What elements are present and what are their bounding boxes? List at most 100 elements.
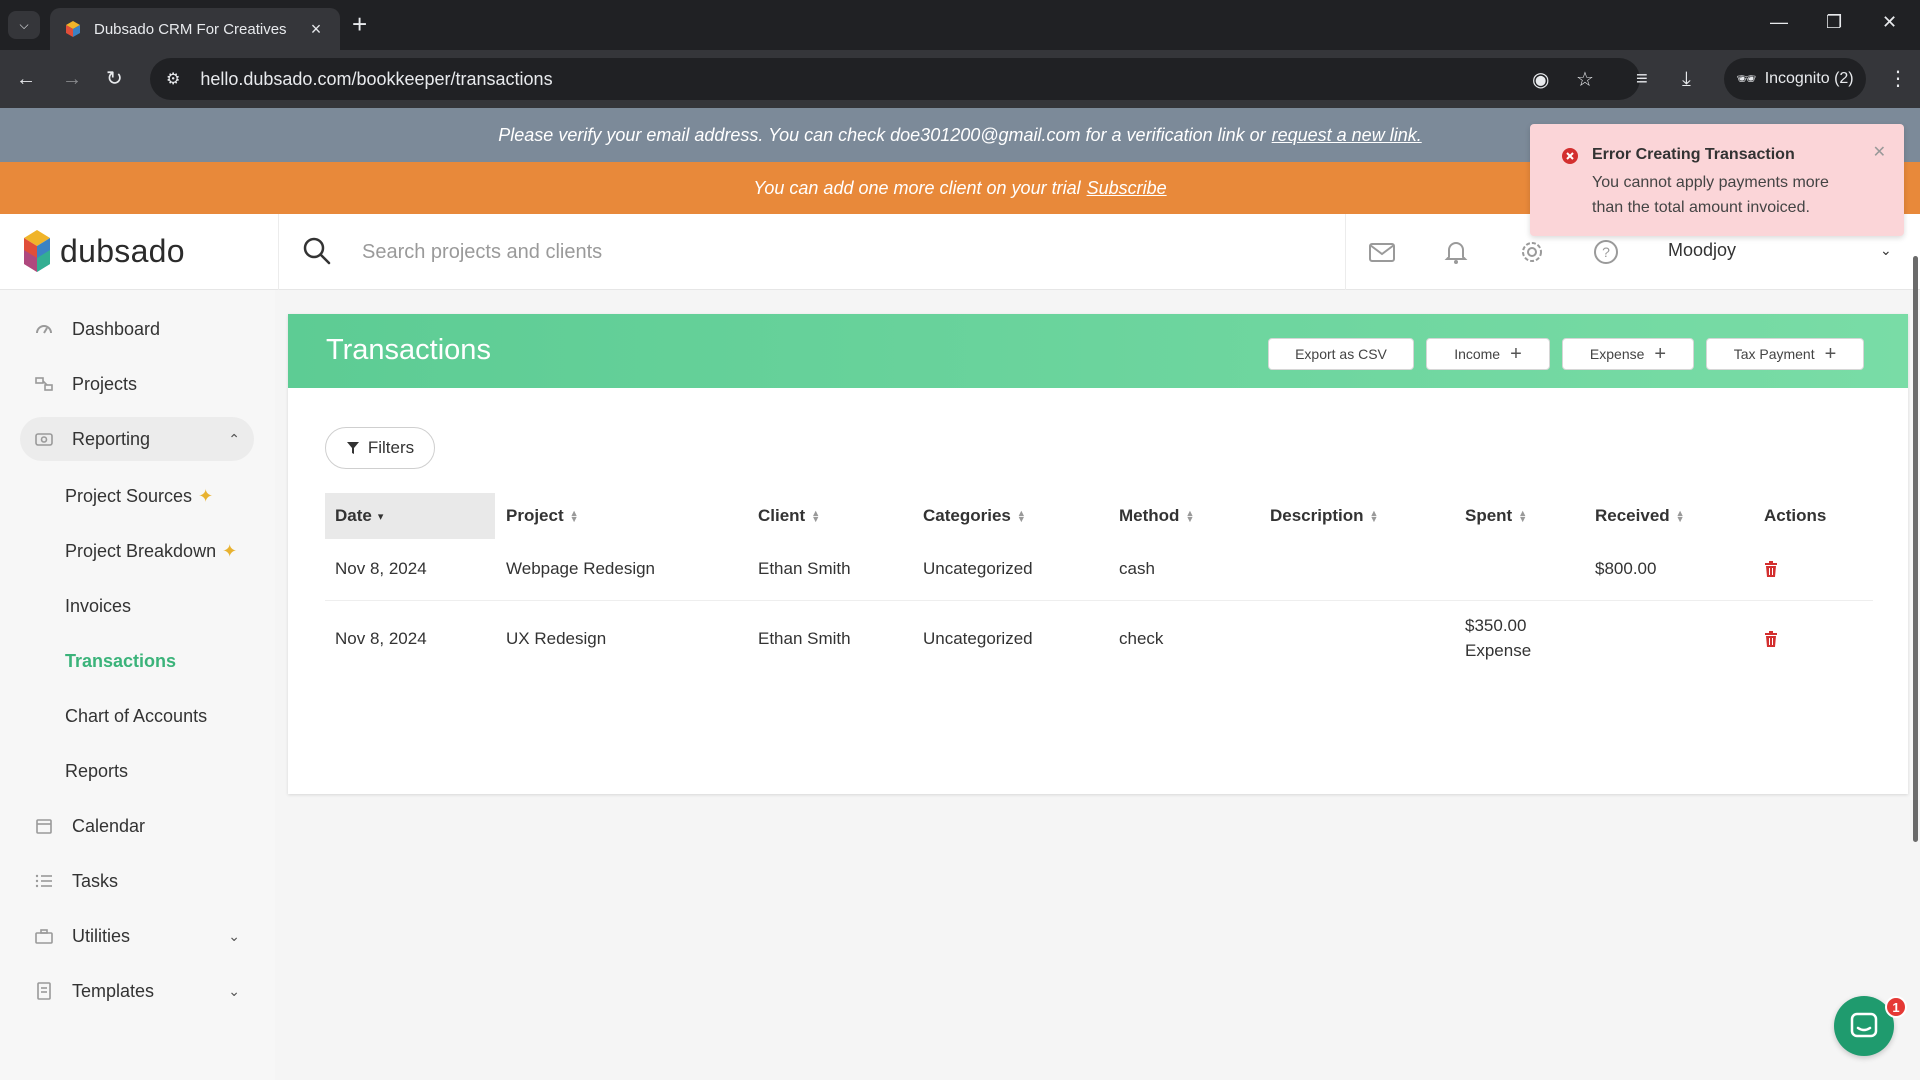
delete-trash-icon[interactable] [1764, 561, 1778, 577]
filters-button[interactable]: Filters [325, 427, 435, 469]
filter-funnel-icon [346, 442, 359, 454]
header-divider-right [1345, 214, 1346, 290]
column-label: Project [506, 506, 564, 525]
sidebar-sub-invoices[interactable]: Invoices [65, 586, 131, 626]
calendar-icon [34, 816, 54, 836]
sidebar-item-templates[interactable]: Templates ⌄ [20, 969, 254, 1013]
cell-category: Uncategorized [923, 559, 1033, 578]
filters-label: Filters [367, 438, 415, 457]
cell-project[interactable]: UX Redesign [506, 629, 606, 649]
download-icon[interactable]: ⤓ [1682, 67, 1691, 91]
subscribe-link[interactable]: Subscribe [1087, 178, 1167, 199]
cell-method: cash [1119, 559, 1155, 578]
settings-gear-icon[interactable] [1518, 238, 1546, 266]
gauge-icon [34, 319, 54, 339]
export-csv-button[interactable]: Export as CSV [1268, 338, 1414, 370]
sidebar-sub-transactions[interactable]: Transactions [65, 641, 176, 681]
sidebar-sub-project-sources[interactable]: Project Sources ✦ [65, 476, 213, 516]
eye-off-icon[interactable]: ◉ [1532, 67, 1549, 92]
incognito-label: Incognito (2) [1764, 70, 1854, 87]
sidebar-sub-project-breakdown[interactable]: Project Breakdown ✦ [65, 531, 237, 571]
sidebar-item-dashboard[interactable]: Dashboard [20, 307, 254, 351]
page-scrollbar[interactable] [1913, 256, 1918, 842]
cell-category: Uncategorized [923, 629, 1033, 648]
sidebar-item-projects[interactable]: Projects [20, 362, 254, 406]
browser-nav-bar: ← → ↻ ⚙ hello.dubsado.com/bookkeeper/tra… [0, 50, 1920, 108]
column-header-client[interactable]: Client ▲ ▼ [758, 493, 820, 539]
column-header-categories[interactable]: Categories ▲ ▼ [923, 493, 1026, 539]
cell-client[interactable]: Ethan Smith [758, 559, 851, 579]
page-title: Transactions [326, 334, 491, 366]
column-header-received[interactable]: Received ▲ ▼ [1595, 493, 1685, 539]
expense-label: Expense [1589, 346, 1645, 362]
tab-close-icon[interactable]: × [306, 19, 326, 40]
toast-message: You cannot apply payments more than the … [1592, 174, 1829, 216]
bell-icon[interactable] [1442, 238, 1470, 266]
reload-icon[interactable]: ↻ [106, 67, 123, 91]
sidebar-sub-chart-of-accounts[interactable]: Chart of Accounts [65, 696, 207, 736]
cell-client[interactable]: Ethan Smith [758, 629, 851, 649]
toast-close-icon[interactable]: ✕ [1873, 142, 1886, 162]
browser-menu-icon[interactable]: ⋮ [1888, 67, 1908, 91]
sidebar-item-calendar[interactable]: Calendar [20, 804, 254, 848]
dubsado-logo[interactable]: dubsado [22, 228, 185, 274]
add-expense-button[interactable]: Expense + [1562, 338, 1694, 370]
chevron-down-icon: ⌄ [228, 982, 240, 999]
help-icon[interactable]: ? [1592, 238, 1620, 266]
user-menu-chevron-down-icon[interactable]: ⌄ [1880, 242, 1892, 259]
sidebar: Dashboard Projects Reporting ⌃ Project S… [0, 290, 275, 1080]
tab-title: Dubsado CRM For Creatives [94, 20, 287, 38]
sidebar-sub-label: Transactions [65, 650, 177, 671]
tasks-icon [34, 871, 54, 891]
address-bar[interactable]: ⚙ hello.dubsado.com/bookkeeper/transacti… [150, 58, 1640, 100]
site-info-icon[interactable]: ⚙ [166, 69, 180, 89]
tab-list-chevron-icon[interactable]: ⌵ [8, 11, 40, 39]
column-header-project[interactable]: Project ▲ ▼ [506, 493, 579, 539]
bookmark-star-icon[interactable]: ☆ [1576, 67, 1594, 92]
projects-icon [34, 374, 54, 394]
mail-icon[interactable] [1368, 238, 1396, 266]
sidebar-item-utilities[interactable]: Utilities ⌄ [20, 914, 254, 958]
chat-unread-badge: 1 [1885, 996, 1907, 1018]
sidebar-sub-reports[interactable]: Reports [65, 751, 128, 791]
forward-icon[interactable]: → [62, 67, 82, 91]
search-icon[interactable] [302, 236, 332, 266]
plus-icon: + [1824, 343, 1837, 365]
add-tax-payment-button[interactable]: Tax Payment + [1706, 338, 1864, 370]
delete-trash-icon[interactable] [1764, 631, 1778, 647]
templates-icon [34, 981, 54, 1001]
chevron-up-icon: ⌃ [228, 430, 240, 447]
column-header-description[interactable]: Description ▲ ▼ [1270, 493, 1378, 539]
restore-icon[interactable]: ❐ [1826, 12, 1842, 33]
sidebar-item-label: Reporting [72, 428, 151, 449]
cell-method: check [1119, 629, 1164, 648]
dubsado-logo-icon [24, 230, 50, 272]
sort-desc-icon: ▾ [377, 510, 384, 523]
trial-text: You can add one more client on your tria… [753, 177, 1081, 198]
new-tab-icon[interactable]: + [352, 10, 367, 38]
back-icon[interactable]: ← [16, 67, 36, 91]
cell-date: Nov 8, 2024 [335, 559, 427, 578]
tax-payment-label: Tax Payment [1733, 346, 1815, 362]
column-label: Method [1119, 506, 1180, 525]
column-header-date[interactable]: Date ▾ [325, 493, 495, 539]
sort-icon: ▲ ▼ [1675, 508, 1685, 524]
sidebar-item-reporting[interactable]: Reporting ⌃ [20, 417, 254, 461]
browser-tab[interactable]: Dubsado CRM For Creatives × [50, 8, 340, 50]
plus-icon: + [1510, 343, 1522, 365]
sidebar-sub-label: Project Sources [65, 485, 193, 506]
column-header-method[interactable]: Method ▲ ▼ [1119, 493, 1194, 539]
search-input[interactable] [362, 234, 1262, 270]
media-control-icon[interactable]: ≡ [1636, 67, 1648, 91]
column-header-spent[interactable]: Spent ▲ ▼ [1465, 493, 1527, 539]
minimize-icon[interactable]: — [1770, 12, 1788, 33]
request-new-link[interactable]: request a new link. [1272, 125, 1422, 146]
user-name[interactable]: Moodjoy [1668, 240, 1736, 261]
export-csv-label: Export as CSV [1295, 346, 1387, 362]
sidebar-sub-label: Invoices [65, 595, 132, 616]
incognito-badge[interactable]: 🕶 Incognito (2) [1724, 58, 1866, 100]
add-income-button[interactable]: Income + [1426, 338, 1550, 370]
sidebar-item-tasks[interactable]: Tasks [20, 859, 254, 903]
cell-project[interactable]: Webpage Redesign [506, 559, 655, 579]
window-close-icon[interactable]: ✕ [1882, 12, 1897, 33]
